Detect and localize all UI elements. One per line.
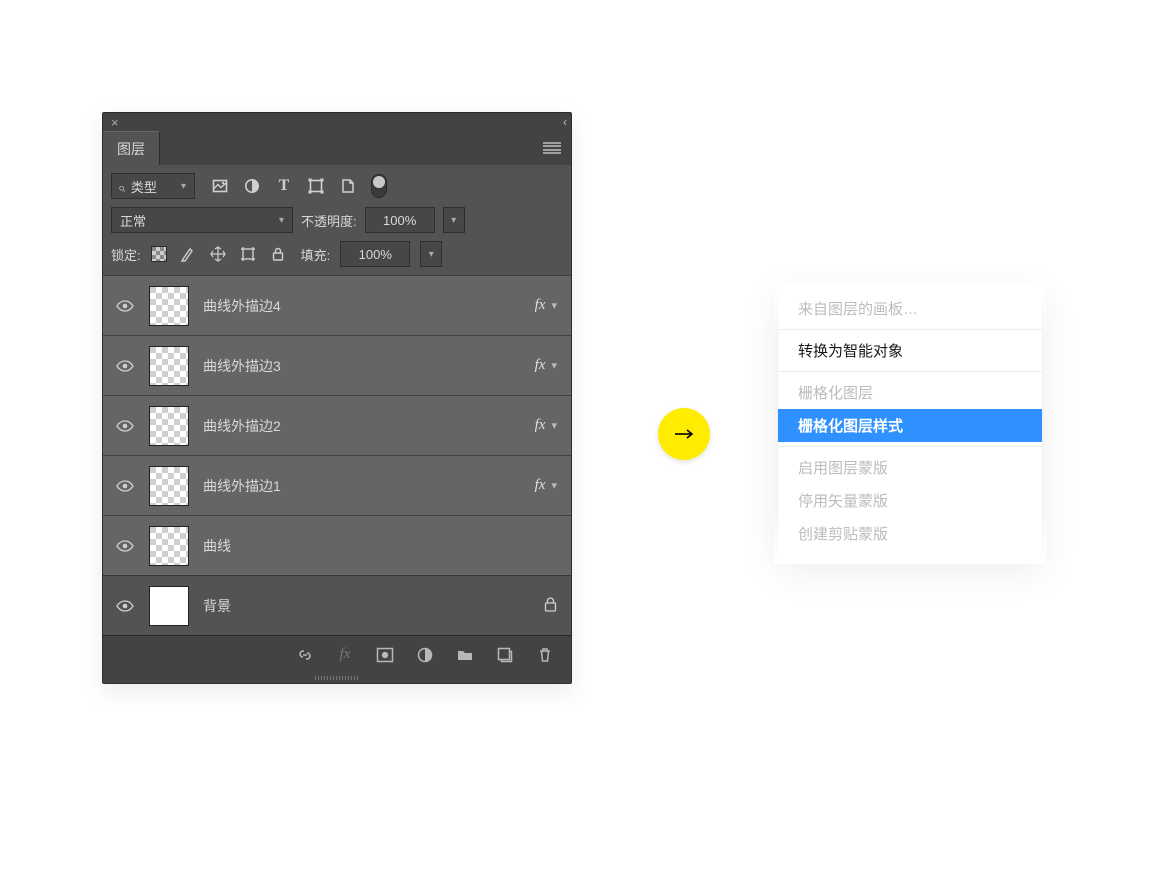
- lock-all-icon[interactable]: [269, 245, 287, 263]
- fill-value: 100%: [359, 247, 392, 262]
- opacity-field[interactable]: 100%: [365, 207, 435, 233]
- layer-thumbnail[interactable]: [149, 406, 189, 446]
- filter-type-label: 类型: [131, 180, 157, 195]
- fx-icon[interactable]: fx: [335, 645, 355, 665]
- blend-mode-dropdown[interactable]: 正常 ▾: [111, 207, 293, 233]
- filter-icons: T: [205, 177, 357, 195]
- lock-row: 锁定: 填充: 100% ▾: [111, 241, 563, 267]
- filter-row: ⌕ 类型 ▾ T: [111, 173, 563, 199]
- fx-badge[interactable]: fx: [535, 477, 546, 494]
- menu-item[interactable]: 转换为智能对象: [778, 334, 1042, 367]
- visibility-toggle[interactable]: [111, 480, 139, 492]
- arrow-indicator: [658, 408, 710, 460]
- panel-resize-grip[interactable]: [103, 673, 571, 683]
- layer-thumbnail[interactable]: [149, 466, 189, 506]
- chevron-down-icon[interactable]: ▾: [551, 419, 557, 432]
- lock-pixels-icon[interactable]: [179, 245, 197, 263]
- layer-list: 曲线外描边4fx▾曲线外描边3fx▾曲线外描边2fx▾曲线外描边1fx▾曲线背景: [103, 275, 571, 635]
- layer-row[interactable]: 背景: [103, 575, 571, 635]
- new-group-icon[interactable]: [455, 645, 475, 665]
- opacity-label: 不透明度:: [301, 211, 357, 230]
- tab-layers[interactable]: 图层: [103, 131, 160, 165]
- layer-name: 背景: [203, 596, 544, 616]
- menu-item: 创建剪贴蒙版: [778, 517, 1042, 550]
- filter-type-dropdown[interactable]: ⌕ 类型 ▾: [111, 173, 195, 199]
- layer-thumbnail[interactable]: [149, 286, 189, 326]
- visibility-toggle[interactable]: [111, 600, 139, 612]
- panel-tab-row: 图层: [103, 131, 571, 165]
- context-menu: 来自图层的画板… 转换为智能对象栅格化图层栅格化图层样式启用图层蒙版停用矢量蒙版创…: [778, 286, 1042, 560]
- filter-shape-icon[interactable]: [307, 177, 325, 195]
- opacity-value: 100%: [383, 213, 416, 228]
- panel-topbar: × ‹‹: [103, 113, 571, 131]
- layer-row[interactable]: 曲线外描边1fx ▾: [103, 455, 571, 515]
- layer-row[interactable]: 曲线外描边4fx ▾: [103, 275, 571, 335]
- layer-name: 曲线外描边2: [203, 416, 535, 436]
- lock-icon: [544, 597, 557, 615]
- chevron-down-icon[interactable]: ▾: [551, 479, 557, 492]
- panel-bottombar: fx: [103, 635, 571, 673]
- opacity-stepper[interactable]: ▾: [443, 207, 465, 233]
- tab-label: 图层: [117, 139, 145, 159]
- fill-field[interactable]: 100%: [340, 241, 410, 267]
- menu-separator: [778, 446, 1042, 447]
- layer-name: 曲线外描边3: [203, 356, 535, 376]
- layer-name: 曲线外描边1: [203, 476, 535, 496]
- lock-position-icon[interactable]: [209, 245, 227, 263]
- fill-stepper[interactable]: ▾: [420, 241, 442, 267]
- new-adjustment-icon[interactable]: [415, 645, 435, 665]
- chevron-down-icon[interactable]: ▾: [551, 299, 557, 312]
- close-icon[interactable]: ×: [111, 116, 119, 129]
- delete-layer-icon[interactable]: [535, 645, 555, 665]
- fx-badge[interactable]: fx: [535, 417, 546, 434]
- menu-item: 启用图层蒙版: [778, 451, 1042, 484]
- layer-name: 曲线: [203, 536, 557, 556]
- menu-separator: [778, 371, 1042, 372]
- layer-thumbnail[interactable]: [149, 346, 189, 386]
- menu-item[interactable]: 栅格化图层样式: [778, 409, 1042, 442]
- chevron-down-icon[interactable]: ▾: [551, 359, 557, 372]
- chevron-down-icon: ▾: [181, 181, 186, 192]
- filter-pixel-icon[interactable]: [211, 177, 229, 195]
- lock-icons: [151, 245, 287, 263]
- link-layers-icon[interactable]: [295, 645, 315, 665]
- search-icon: ⌕: [118, 180, 125, 196]
- menu-item: 停用矢量蒙版: [778, 484, 1042, 517]
- lock-label: 锁定:: [111, 245, 141, 264]
- menu-item: 栅格化图层: [778, 376, 1042, 409]
- visibility-toggle[interactable]: [111, 540, 139, 552]
- menu-separator: [778, 329, 1042, 330]
- filter-adjustment-icon[interactable]: [243, 177, 261, 195]
- fx-badge[interactable]: fx: [535, 357, 546, 374]
- menu-item: 来自图层的画板…: [778, 292, 1042, 325]
- layer-row[interactable]: 曲线: [103, 515, 571, 575]
- lock-transparency-icon[interactable]: [151, 246, 167, 262]
- panel-menu-icon[interactable]: [543, 142, 561, 154]
- filter-toggle[interactable]: [371, 174, 387, 198]
- filter-text-icon[interactable]: T: [275, 177, 293, 195]
- lock-artboard-icon[interactable]: [239, 245, 257, 263]
- layer-row[interactable]: 曲线外描边2fx ▾: [103, 395, 571, 455]
- fill-label: 填充:: [301, 245, 331, 264]
- visibility-toggle[interactable]: [111, 360, 139, 372]
- panel-body: ⌕ 类型 ▾ T: [103, 165, 571, 635]
- add-mask-icon[interactable]: [375, 645, 395, 665]
- visibility-toggle[interactable]: [111, 420, 139, 432]
- layer-thumbnail[interactable]: [149, 526, 189, 566]
- visibility-toggle[interactable]: [111, 300, 139, 312]
- layer-row[interactable]: 曲线外描边3fx ▾: [103, 335, 571, 395]
- new-layer-icon[interactable]: [495, 645, 515, 665]
- filter-smartobject-icon[interactable]: [339, 177, 357, 195]
- blend-row: 正常 ▾ 不透明度: 100% ▾: [111, 207, 563, 233]
- fx-badge[interactable]: fx: [535, 297, 546, 314]
- layer-thumbnail[interactable]: [149, 586, 189, 626]
- layers-panel: × ‹‹ 图层 ⌕ 类型 ▾ T: [102, 112, 572, 684]
- chevron-down-icon: ▾: [279, 215, 284, 226]
- blend-mode-value: 正常: [120, 211, 146, 230]
- layer-name: 曲线外描边4: [203, 296, 535, 316]
